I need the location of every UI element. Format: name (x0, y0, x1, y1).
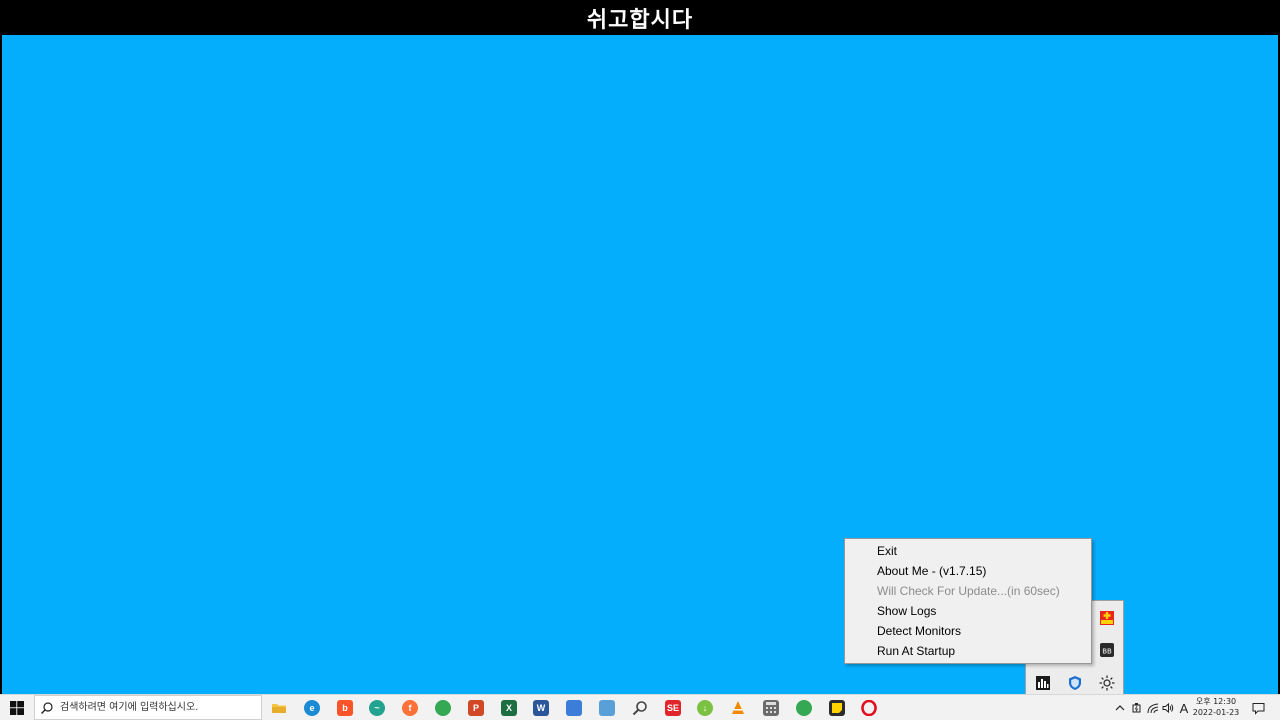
taskbar-app-download-app[interactable]: ↓ (693, 697, 717, 719)
taskbar-app-se-app[interactable]: SE (661, 697, 685, 719)
taskbar-app-powerpoint[interactable]: P (464, 697, 488, 719)
search-icon (41, 701, 53, 714)
menu-item-about[interactable]: About Me - (v1.7.15) (845, 561, 1091, 581)
taskbar-app-search-tool[interactable] (628, 697, 652, 719)
taskbar-app-edge[interactable]: e (300, 697, 324, 719)
taskbar-app-firefox[interactable]: f (398, 697, 422, 719)
taskbar-app-calculator[interactable] (759, 697, 783, 719)
chrome-alt-icon (796, 700, 812, 716)
opera-icon (861, 700, 877, 716)
swirl-icon: ~ (369, 700, 385, 716)
taskbar-search-box[interactable] (34, 695, 262, 720)
taskbar-app-brave[interactable]: b (333, 697, 357, 719)
battery-power-icon[interactable] (1130, 697, 1144, 719)
menu-item-run-at-startup[interactable]: Run At Startup (845, 641, 1091, 661)
tray-context-menu: Exit About Me - (v1.7.15) Will Check For… (844, 538, 1092, 664)
firefox-icon: f (402, 700, 418, 716)
folder-icon (271, 700, 287, 716)
menu-item-check-update: Will Check For Update...(in 60sec) (877, 584, 1060, 598)
bb-app-icon[interactable]: BB (1097, 640, 1117, 660)
edge-icon: e (304, 700, 320, 716)
clock-date: 2022-01-23 (1192, 708, 1240, 717)
chrome-icon (435, 700, 451, 716)
taskbar-app-chrome-alt[interactable] (792, 697, 816, 719)
excel-icon: X (501, 700, 517, 716)
resource-monitor-icon[interactable] (1033, 673, 1053, 693)
taskbar-app-word[interactable]: W (529, 697, 553, 719)
network-icon[interactable] (1146, 697, 1160, 719)
show-hidden-icons-chevron-icon[interactable] (1113, 697, 1127, 719)
menu-item-show-logs[interactable]: Show Logs (845, 601, 1091, 621)
remote-desktop-icon (599, 700, 615, 716)
calculator-icon (763, 700, 779, 716)
brightness-icon[interactable] (1097, 673, 1117, 693)
magnifier-tool-icon (632, 700, 648, 716)
defender-shield-icon[interactable] (1065, 673, 1085, 693)
menu-item-detect-monitors[interactable]: Detect Monitors (845, 621, 1091, 641)
powerpoint-icon: P (468, 700, 484, 716)
taskbar-app-file-explorer[interactable] (267, 697, 291, 719)
vlc-icon (730, 700, 746, 716)
taskbar-clock[interactable]: 오후 12:30 2022-01-23 (1192, 696, 1240, 720)
plus-cup-icon[interactable] (1097, 608, 1117, 628)
svg-text:BB: BB (1102, 648, 1112, 656)
taskbar-app-app-blue[interactable] (562, 697, 586, 719)
menu-item-exit[interactable]: Exit (845, 541, 1091, 561)
clock-time: 오후 12:30 (1195, 697, 1237, 706)
download-app-icon: ↓ (697, 700, 713, 716)
taskbar: e b ~ f P XW SE ↓ A 오후 12:30 2022-01-23 (0, 694, 1280, 720)
banner-title-bar: 쉬고합시다 (0, 0, 1280, 35)
windows-logo-icon (10, 701, 24, 715)
se-app-icon: SE (665, 700, 681, 716)
taskbar-app-chrome[interactable] (431, 697, 455, 719)
taskbar-app-excel[interactable]: X (497, 697, 521, 719)
brave-icon: b (337, 700, 353, 716)
volume-icon[interactable] (1161, 697, 1175, 719)
window-app-icon (566, 700, 582, 716)
banner-title: 쉬고합시다 (586, 7, 694, 33)
search-input[interactable] (58, 701, 252, 714)
sticky-notes-icon (829, 700, 845, 716)
taskbar-app-opera[interactable] (857, 697, 881, 719)
taskbar-app-edge-alt[interactable]: ~ (365, 697, 389, 719)
taskbar-app-vlc[interactable] (726, 697, 750, 719)
notification-center-icon[interactable] (1250, 697, 1266, 719)
word-icon: W (533, 700, 549, 716)
input-method-indicator[interactable]: A (1177, 697, 1191, 719)
start-button[interactable] (6, 698, 28, 718)
taskbar-app-remote-desktop[interactable] (595, 697, 619, 719)
taskbar-app-sticky-notes[interactable] (825, 697, 849, 719)
